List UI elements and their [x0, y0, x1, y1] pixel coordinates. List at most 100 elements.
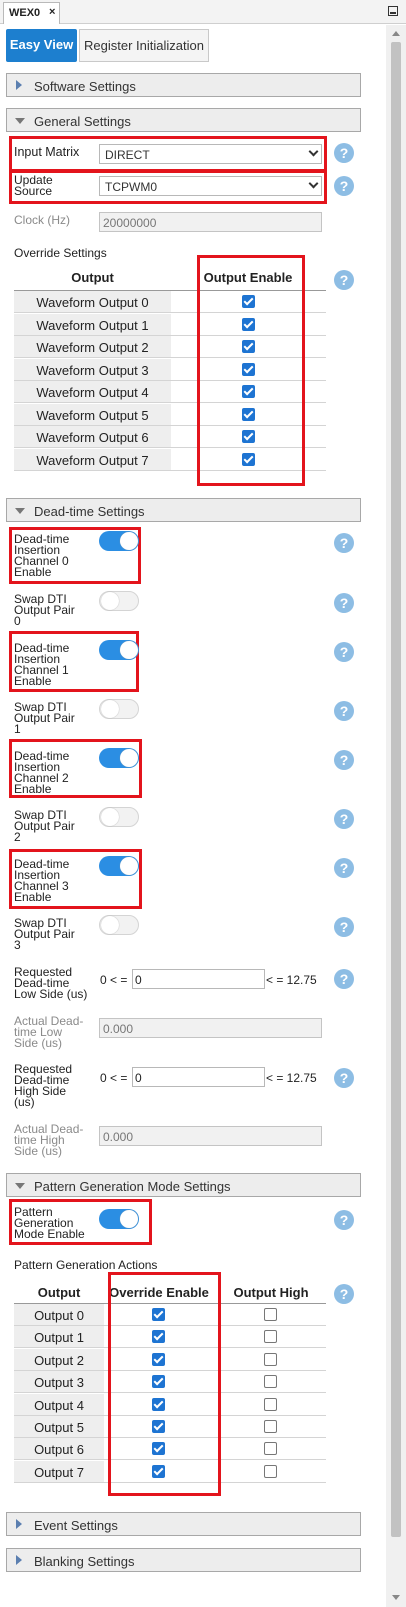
toggle-knob — [120, 1210, 138, 1228]
minimize-icon[interactable] — [388, 6, 398, 16]
help-icon[interactable]: ? — [334, 969, 354, 989]
actual-high-label: Actual Dead- time High Side (us) — [14, 1123, 83, 1157]
scroll-up-icon[interactable] — [386, 25, 406, 41]
swap1-label: Swap DTI Output Pair 1 — [14, 701, 75, 735]
section-title: General Settings — [34, 114, 131, 129]
section-title: Blanking Settings — [34, 1554, 135, 1569]
label-line: 3 — [14, 938, 21, 952]
output-name: Output 6 — [14, 1438, 104, 1460]
pattern-enable-toggle[interactable] — [99, 1209, 139, 1229]
requested-high-input[interactable]: 0 — [132, 1067, 265, 1087]
toggle-knob — [120, 532, 138, 550]
collapse-arrow-icon — [15, 508, 25, 514]
output-name: Waveform Output 1 — [14, 313, 171, 335]
help-icon[interactable]: ? — [334, 1210, 354, 1230]
section-general-settings[interactable]: General Settings — [6, 108, 361, 132]
label-line: 0 — [14, 614, 21, 628]
label-line: Enable — [14, 674, 52, 688]
output-name: Output 4 — [14, 1393, 104, 1415]
output-name: Output 2 — [14, 1348, 104, 1370]
help-icon[interactable]: ? — [334, 1284, 354, 1304]
output-name: Waveform Output 4 — [14, 381, 171, 402]
label-line: Output Pair — [14, 927, 75, 941]
collapse-arrow-icon — [15, 1183, 25, 1189]
dti1-label: Dead-time Insertion Channel 1 Enable — [14, 642, 69, 688]
close-icon[interactable]: × — [49, 6, 55, 18]
scroll-down-icon[interactable] — [386, 1591, 406, 1605]
override-settings-label: Override Settings — [14, 246, 107, 260]
pattern-actions-label: Pattern Generation Actions — [14, 1258, 158, 1272]
section-title: Dead-time Settings — [34, 504, 145, 519]
output-name: Waveform Output 7 — [14, 448, 171, 470]
document-tab[interactable]: WEX0 × — [3, 2, 60, 24]
output-name: Output 1 — [14, 1326, 104, 1348]
output-name: Output 0 — [14, 1304, 104, 1325]
swap3-toggle[interactable] — [99, 915, 139, 935]
label-line: Side (us) — [14, 1036, 63, 1050]
update-source-label: Update Source — [14, 174, 53, 197]
swap2-label: Swap DTI Output Pair 2 — [14, 809, 75, 844]
section-software-settings[interactable]: Software Settings — [6, 73, 361, 97]
output-high-checkbox[interactable] — [264, 1375, 277, 1389]
toggle-knob — [101, 592, 119, 610]
tab-register-initialization[interactable]: Register Initialization — [79, 29, 209, 62]
output-high-checkbox[interactable] — [264, 1397, 277, 1411]
requested-low-min: 0 < = — [100, 973, 128, 987]
toggle-knob — [101, 916, 119, 934]
scrollbar-thumb[interactable] — [391, 42, 401, 1537]
toggle-knob — [101, 808, 119, 826]
highlight-output-enable — [197, 255, 305, 486]
help-icon[interactable]: ? — [334, 593, 354, 613]
help-icon[interactable]: ? — [334, 533, 354, 553]
swap1-toggle[interactable] — [99, 699, 139, 719]
dti2-toggle[interactable] — [99, 748, 139, 768]
input-matrix-select[interactable]: DIRECT — [99, 144, 322, 164]
label-line: Mode Enable — [14, 1227, 85, 1241]
section-blanking-settings[interactable]: Blanking Settings — [6, 1548, 361, 1572]
expand-arrow-icon — [16, 1519, 22, 1529]
pattern-enable-label: Pattern Generation Mode Enable — [14, 1206, 85, 1241]
swap3-label: Swap DTI Output Pair 3 — [14, 917, 75, 952]
help-icon[interactable]: ? — [334, 176, 354, 196]
output-high-checkbox[interactable] — [264, 1420, 277, 1433]
output-high-checkbox[interactable] — [264, 1352, 277, 1366]
output-high-checkbox[interactable] — [264, 1308, 277, 1321]
actual-low-field: 0.000 — [99, 1018, 322, 1038]
section-title: Event Settings — [34, 1518, 118, 1533]
section-pattern-generation-settings[interactable]: Pattern Generation Mode Settings — [6, 1173, 361, 1197]
help-icon[interactable]: ? — [334, 750, 354, 770]
update-source-select[interactable]: TCPWM0 — [99, 176, 322, 196]
swap0-toggle[interactable] — [99, 591, 139, 611]
output-high-checkbox[interactable] — [264, 1442, 277, 1456]
label-line: Output Pair — [14, 711, 75, 725]
section-dead-time-settings[interactable]: Dead-time Settings — [6, 498, 361, 522]
output-name: Waveform Output 3 — [14, 358, 171, 380]
help-icon[interactable]: ? — [334, 143, 354, 163]
output-high-checkbox[interactable] — [264, 1464, 277, 1478]
tab-easy-view[interactable]: Easy View — [6, 29, 77, 62]
dti3-toggle[interactable] — [99, 856, 139, 876]
requested-low-input[interactable]: 0 — [132, 969, 265, 989]
help-icon[interactable]: ? — [334, 1068, 354, 1088]
help-icon[interactable]: ? — [334, 642, 354, 662]
dti1-toggle[interactable] — [99, 640, 139, 660]
highlight-override-enable — [108, 1272, 221, 1496]
label-line: 2 — [14, 830, 21, 844]
requested-high-min: 0 < = — [100, 1071, 128, 1085]
document-tab-bar: WEX0 × — [0, 0, 406, 24]
help-icon[interactable]: ? — [334, 858, 354, 878]
help-icon[interactable]: ? — [334, 917, 354, 937]
toggle-knob — [120, 857, 138, 875]
help-icon[interactable]: ? — [334, 270, 354, 290]
swap2-toggle[interactable] — [99, 807, 139, 827]
requested-high-label: Requested Dead-time High Side (us) — [14, 1063, 72, 1108]
section-event-settings[interactable]: Event Settings — [6, 1512, 361, 1536]
label-line: Output Pair — [14, 603, 75, 617]
output-high-checkbox[interactable] — [264, 1330, 277, 1344]
dti0-toggle[interactable] — [99, 531, 139, 551]
section-title: Software Settings — [34, 79, 136, 94]
help-icon[interactable]: ? — [334, 701, 354, 721]
collapse-arrow-icon — [15, 118, 25, 124]
help-icon[interactable]: ? — [334, 809, 354, 829]
clock-label: Clock (Hz) — [14, 213, 70, 227]
